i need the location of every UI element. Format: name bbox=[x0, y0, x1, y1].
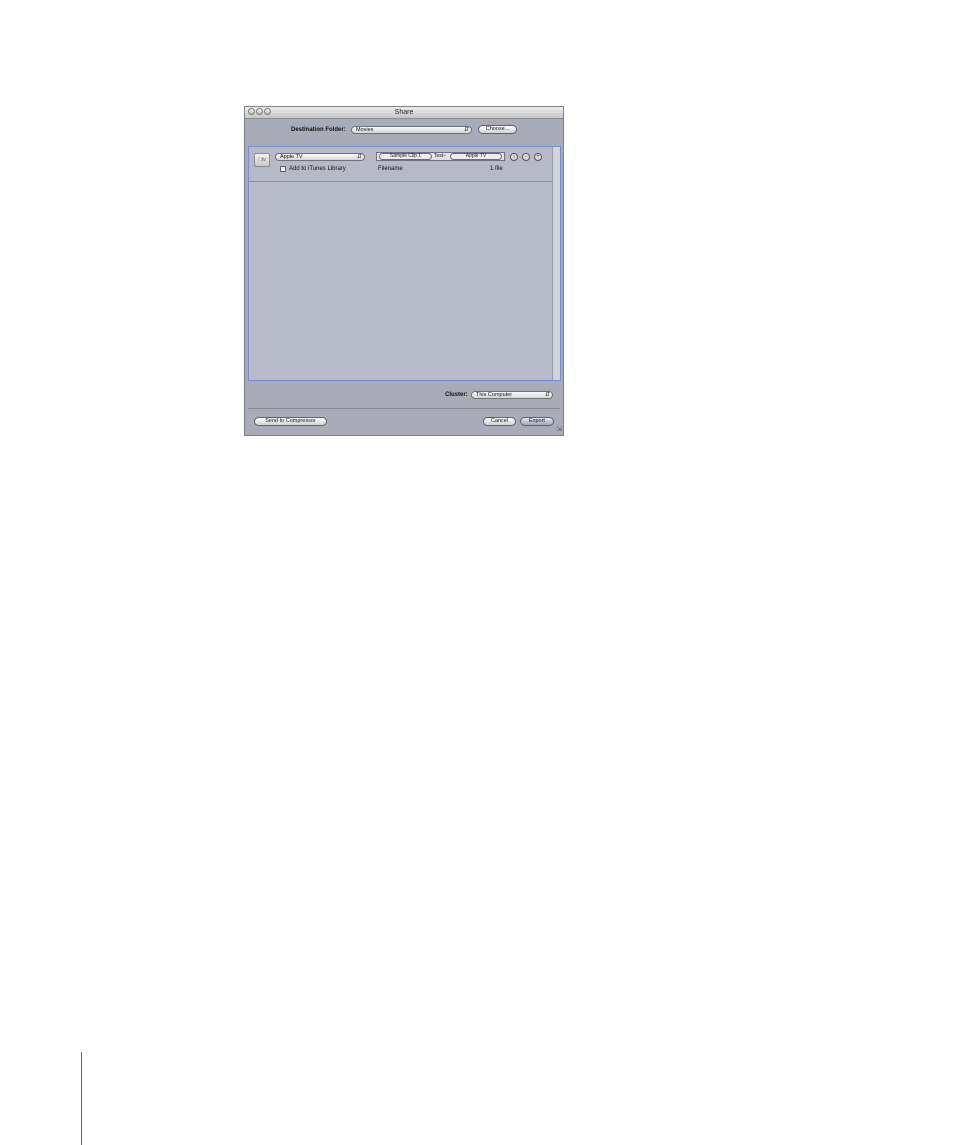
destination-folder-value: Movies bbox=[356, 127, 374, 133]
filename-token[interactable]: Sample Clip 1 bbox=[379, 153, 432, 160]
popup-arrows-icon: ⇵ bbox=[356, 154, 362, 160]
destination-folder-label: Destination Folder: bbox=[291, 127, 346, 133]
popup-arrows-icon: ⇵ bbox=[463, 127, 469, 133]
add-to-itunes-checkbox[interactable] bbox=[280, 166, 286, 172]
preset-popup[interactable]: Apple TV ⇵ bbox=[275, 153, 365, 161]
destination-folder-popup[interactable]: Movies ⇵ bbox=[351, 126, 472, 134]
cancel-button[interactable]: Cancel bbox=[483, 417, 516, 426]
share-window: Share Destination Folder: Movies ⇵ Choos… bbox=[244, 106, 564, 436]
vertical-scrollbar[interactable] bbox=[552, 147, 560, 380]
plus-icon[interactable]: + bbox=[534, 153, 542, 161]
filename-label: Filename bbox=[378, 166, 403, 172]
title-bar: Share bbox=[245, 107, 563, 119]
info-icon[interactable]: i bbox=[510, 153, 518, 161]
minus-icon[interactable]: − bbox=[522, 153, 530, 161]
preset-value: Apple TV bbox=[280, 154, 303, 160]
apple-tv-device-icon: tv bbox=[254, 153, 270, 167]
filename-text-segment: Test– bbox=[434, 153, 446, 159]
resize-grip-icon[interactable]: ⇲ bbox=[554, 426, 562, 434]
popup-arrows-icon: ⇵ bbox=[544, 392, 550, 398]
export-button[interactable]: Export bbox=[520, 417, 554, 426]
choose-button[interactable]: Choose... bbox=[478, 125, 517, 134]
page-margin-rule bbox=[81, 1052, 82, 1145]
window-title: Share bbox=[394, 109, 414, 116]
send-to-compressor-button[interactable]: Send to Compressor bbox=[254, 417, 327, 426]
output-row[interactable]: tv Apple TV ⇵ Add to iTunes Library Sam… bbox=[249, 147, 552, 182]
cluster-label: Cluster: bbox=[445, 392, 468, 398]
filename-token-field[interactable]: Sample Clip 1 Test– Apple TV bbox=[376, 152, 505, 161]
cluster-popup[interactable]: This Computer ⇵ bbox=[471, 391, 553, 399]
file-count: 1 file bbox=[490, 166, 503, 172]
output-list: tv Apple TV ⇵ Add to iTunes Library Sam… bbox=[248, 146, 561, 381]
add-to-itunes-label: Add to iTunes Library bbox=[289, 166, 346, 172]
filename-token[interactable]: Apple TV bbox=[450, 153, 502, 160]
cluster-value: This Computer bbox=[476, 392, 513, 398]
footer-divider bbox=[248, 408, 560, 409]
